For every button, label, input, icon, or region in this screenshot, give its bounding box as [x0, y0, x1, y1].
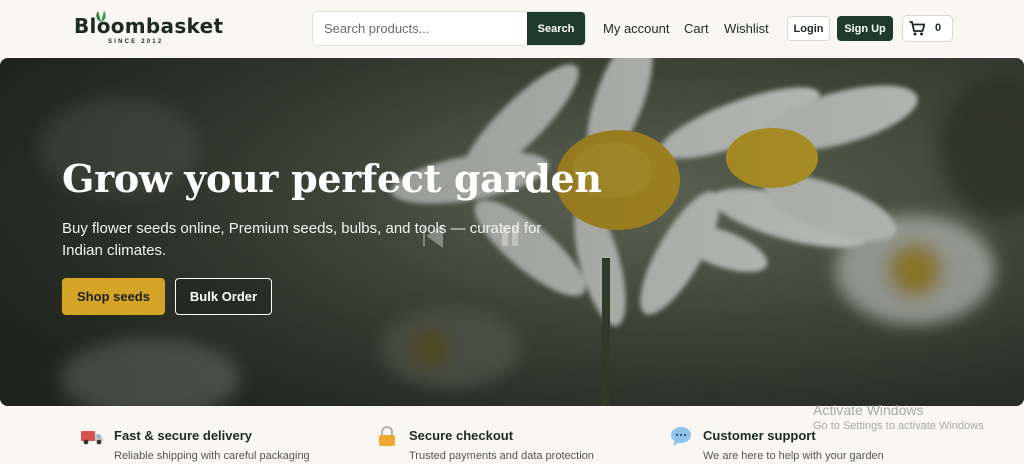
- nav-wishlist[interactable]: Wishlist: [724, 21, 769, 36]
- login-button[interactable]: Login: [787, 16, 830, 41]
- activate-windows-watermark: Activate Windows Go to Settings to activ…: [813, 402, 984, 432]
- feature-secure-checkout: Secure checkout Trusted payments and dat…: [375, 424, 675, 464]
- search-input[interactable]: [313, 12, 528, 45]
- lock-icon: [379, 426, 395, 446]
- bulk-order-button[interactable]: Bulk Order: [175, 278, 272, 315]
- watermark-title: Activate Windows: [813, 402, 924, 418]
- brand-tagline: SINCE 2012: [108, 39, 164, 45]
- hero-subtitle: Buy flower seeds online, Premium seeds, …: [62, 220, 542, 259]
- feature-description: Trusted payments and data protection: [409, 450, 594, 462]
- feature-title: Fast & secure delivery: [114, 428, 253, 443]
- hero-title: Grow your perfect garden: [62, 156, 602, 201]
- delivery-truck-icon: [81, 431, 103, 445]
- search-button[interactable]: Search: [527, 12, 585, 45]
- brand-logo[interactable]: Bloombasket SINCE 2012: [74, 11, 224, 50]
- search-bar: Search: [312, 11, 586, 46]
- leaf-icon: [96, 11, 106, 22]
- shopping-cart-icon: [909, 21, 925, 36]
- feature-description: We are here to help with your garden: [703, 450, 884, 462]
- nav-my-account[interactable]: My account: [603, 21, 669, 36]
- watermark-subtitle: Go to Settings to activate Windows: [813, 420, 984, 432]
- shop-seeds-button[interactable]: Shop seeds: [62, 278, 165, 315]
- nav-cart[interactable]: Cart: [684, 21, 709, 36]
- feature-title: Secure checkout: [409, 428, 514, 443]
- signup-button[interactable]: Sign Up: [837, 16, 893, 41]
- cart-count: 0: [935, 22, 942, 34]
- feature-title: Customer support: [703, 428, 816, 443]
- feature-description: Reliable shipping with careful packaging: [114, 450, 310, 462]
- feature-delivery: Fast & secure delivery Reliable shipping…: [80, 424, 380, 464]
- hero-banner: Grow your perfect garden Buy flower seed…: [0, 58, 1024, 406]
- chat-bubble-icon: [671, 427, 691, 446]
- site-header: Bloombasket SINCE 2012 Search My account…: [0, 0, 1024, 58]
- cart-button[interactable]: 0: [902, 15, 953, 42]
